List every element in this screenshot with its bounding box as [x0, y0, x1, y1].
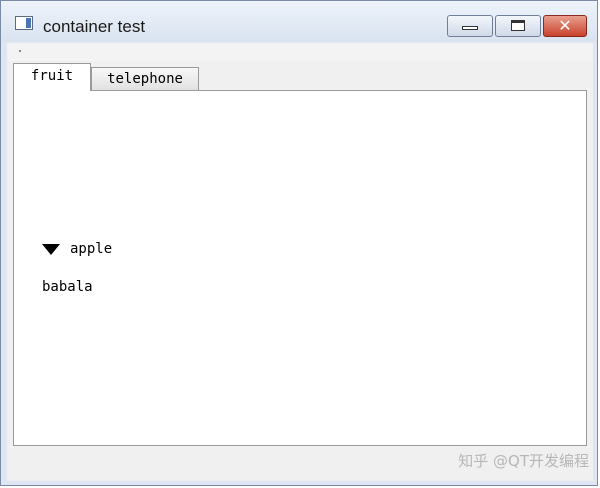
tab-pane-fruit: apple babala: [13, 90, 587, 446]
watermark: 知乎 @QT开发编程: [458, 452, 589, 470]
client-area: fruit telephone apple babala: [7, 43, 593, 481]
triangle-down-icon[interactable]: [42, 244, 60, 255]
maximize-button[interactable]: [495, 15, 541, 37]
app-window: container test ✕ fruit telephone apple b…: [0, 0, 598, 486]
menu-strip: [7, 43, 593, 61]
title-bar[interactable]: container test ✕: [1, 1, 597, 41]
tab-fruit[interactable]: fruit: [13, 63, 91, 91]
maximize-icon: [511, 20, 525, 31]
close-icon: ✕: [558, 16, 572, 35]
menu-dot: [19, 50, 21, 52]
minimize-button[interactable]: [447, 15, 493, 37]
minimize-icon: [462, 26, 478, 30]
app-icon: [15, 16, 33, 30]
tab-telephone[interactable]: telephone: [91, 67, 199, 90]
tree-child-babala[interactable]: babala: [42, 279, 93, 295]
close-button[interactable]: ✕: [543, 15, 587, 37]
window-title: container test: [43, 17, 146, 36]
tree-item-label: apple: [70, 241, 113, 257]
